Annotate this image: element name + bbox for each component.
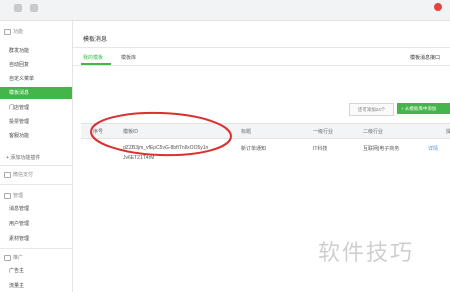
detail-link[interactable]: 详情: [428, 145, 438, 152]
sidebar-item-customer-service[interactable]: 客服功能: [0, 130, 72, 142]
column-header: 二级行业: [363, 129, 384, 135]
title-divider: [73, 47, 450, 48]
sidebar-divider: [0, 184, 72, 185]
industry2-cell: 互联网|电子商务: [363, 146, 400, 152]
sidebar-item-store[interactable]: 门店管理: [0, 102, 72, 114]
sidebar-divider: [0, 248, 72, 249]
sidebar-item-template-message[interactable]: 模板消息: [0, 87, 72, 99]
wallet-icon: [4, 171, 11, 178]
folder-icon: [4, 192, 11, 199]
megaphone-icon: [4, 254, 11, 261]
add-plugin-link[interactable]: + 添加功能插件: [6, 154, 40, 161]
sidebar-item-custom-menu[interactable]: 自定义菜单: [0, 73, 72, 85]
toolbar-icon: [30, 4, 38, 12]
sidebar-section-wechat-pay[interactable]: 微信支付: [4, 171, 33, 178]
remaining-count-button[interactable]: 还可添加24个: [349, 103, 394, 116]
tab-template-library[interactable]: 模板库: [121, 54, 136, 61]
sidebar-item-advertiser[interactable]: 广告主: [0, 265, 72, 277]
sidebar-item-auto-reply[interactable]: 自动回复: [0, 59, 72, 71]
watermark: 软件技巧: [318, 241, 415, 266]
annotation-circle: [90, 111, 232, 157]
sidebar-item-mass-send[interactable]: 群发功能: [0, 45, 72, 57]
column-header: 操: [446, 129, 450, 135]
industry1-cell: IT科技: [313, 146, 328, 152]
template-api-link[interactable]: 模板消息接口: [410, 54, 440, 61]
template-title-cell: 新订单通知: [241, 146, 267, 152]
add-from-library-button[interactable]: + 从模板库中添加: [397, 103, 450, 114]
grid-icon: [4, 28, 11, 35]
sidebar-item-materials[interactable]: 素材管理: [0, 233, 72, 245]
toolbar-icon: [14, 4, 22, 12]
sidebar-item-users[interactable]: 用户管理: [0, 218, 72, 230]
sidebar-item-messages[interactable]: 消息管理: [0, 203, 72, 215]
column-header: 一级行业: [313, 129, 334, 135]
browser-topbar: [0, 0, 450, 21]
tab-my-templates[interactable]: 我的模板: [83, 54, 103, 61]
tabs-divider: [73, 65, 450, 66]
sidebar-divider: [0, 165, 72, 166]
column-header: 标题: [241, 129, 252, 135]
sidebar-item-vote[interactable]: 投票管理: [0, 116, 72, 128]
sidebar-item-publisher[interactable]: 流量主: [0, 280, 72, 292]
sidebar: 功能 群发功能 自动回复 自定义菜单 模板消息 门店管理 投票管理 客服功能 +…: [0, 21, 73, 292]
sidebar-section-promotion: 推广: [4, 254, 23, 261]
sidebar-section-function: 功能: [4, 28, 23, 35]
page-title: 模板消息: [83, 37, 108, 43]
notification-dot-icon: [434, 3, 442, 11]
sidebar-section-manage: 管理: [4, 192, 23, 199]
